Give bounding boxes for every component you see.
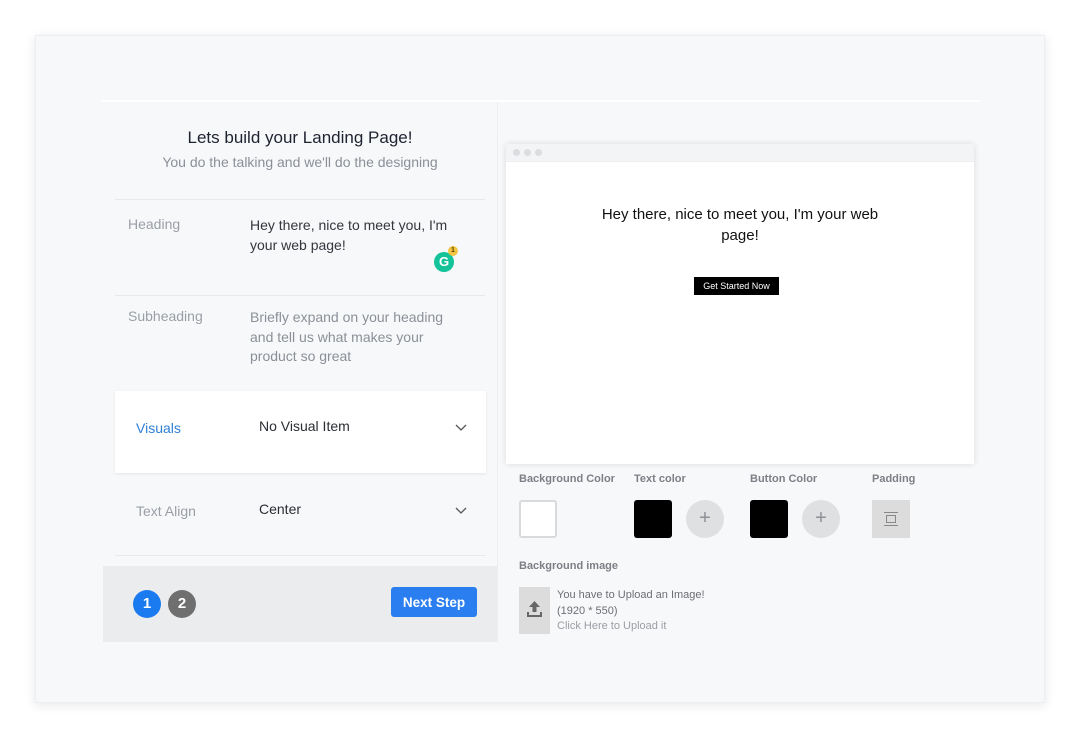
add-button-color-button[interactable]: + xyxy=(802,500,840,538)
add-text-color-button[interactable]: + xyxy=(686,500,724,538)
upload-image-button[interactable] xyxy=(519,587,550,634)
preview-heading: Hey there, nice to meet you, I'm your we… xyxy=(601,206,879,244)
wizard-footer: 1 2 Next Step xyxy=(103,566,497,642)
preview-window-bar xyxy=(506,144,974,162)
upload-icon xyxy=(527,601,542,617)
text-color-label: Text color xyxy=(634,473,686,485)
next-step-button[interactable]: Next Step xyxy=(391,587,477,617)
background-image-label: Background image xyxy=(519,560,619,572)
padding-label: Padding xyxy=(872,473,916,485)
background-color-swatch[interactable] xyxy=(519,500,557,538)
visuals-label: Visuals xyxy=(136,420,181,436)
form-panel: Lets build your Landing Page! You do the… xyxy=(103,102,497,642)
background-color-label: Background Color xyxy=(519,473,615,485)
subheading-input[interactable]: Briefly expand on your heading and tell … xyxy=(250,308,460,367)
step-1-indicator[interactable]: 1 xyxy=(133,590,161,618)
heading-label: Heading xyxy=(128,216,181,232)
window-dot-icon xyxy=(535,149,542,156)
upload-message: You have to Upload an Image! xyxy=(557,589,705,601)
button-color-swatch[interactable] xyxy=(750,500,788,538)
preview-cta-button: Get Started Now xyxy=(694,277,779,295)
visuals-select[interactable]: Visuals No Visual Item xyxy=(115,391,486,473)
text-align-label: Text Align xyxy=(136,503,196,519)
upload-instructions[interactable]: You have to Upload an Image! (1920 * 550… xyxy=(557,588,705,635)
chevron-down-icon[interactable] xyxy=(454,420,468,434)
heading-input[interactable]: Hey there, nice to meet you, I'm your we… xyxy=(250,216,460,255)
window-dot-icon xyxy=(513,149,520,156)
builder-card: Lets build your Landing Page! You do the… xyxy=(35,35,1045,703)
step-2-indicator[interactable]: 2 xyxy=(168,590,196,618)
chevron-down-icon[interactable] xyxy=(454,503,468,517)
text-color-swatch[interactable] xyxy=(634,500,672,538)
padding-icon xyxy=(884,512,898,526)
page-subtitle: You do the talking and we'll do the desi… xyxy=(162,154,438,170)
panel-divider xyxy=(497,102,498,642)
upload-link[interactable]: Click Here to Upload it xyxy=(557,619,705,635)
text-align-selected-value: Center xyxy=(259,501,302,517)
grammarly-count-badge: 1 xyxy=(448,246,458,256)
heading-field[interactable]: Heading Hey there, nice to meet you, I'm… xyxy=(115,199,485,295)
subheading-label: Subheading xyxy=(128,308,203,324)
button-color-label: Button Color xyxy=(750,473,818,485)
landing-page-preview: Hey there, nice to meet you, I'm your we… xyxy=(506,144,974,464)
text-align-select[interactable]: Text Align Center xyxy=(115,474,486,556)
subheading-field[interactable]: Subheading Briefly expand on your headin… xyxy=(115,295,485,391)
window-dot-icon xyxy=(524,149,531,156)
padding-button[interactable] xyxy=(872,500,910,538)
page-title: Lets build your Landing Page! xyxy=(187,128,413,147)
upload-dimensions: (1920 * 550) xyxy=(557,604,618,617)
visuals-selected-value: No Visual Item xyxy=(259,418,350,434)
